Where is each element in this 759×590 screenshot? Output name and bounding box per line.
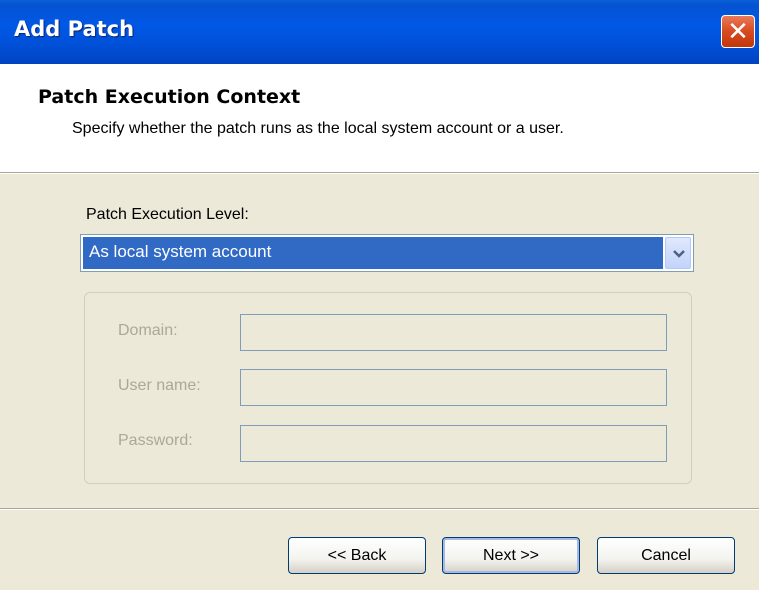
execution-level-dropdown[interactable]: As local system account <box>80 234 694 272</box>
next-button[interactable]: Next >> <box>442 537 580 574</box>
domain-field[interactable] <box>240 314 667 351</box>
close-button[interactable]: ✕ <box>721 15 755 48</box>
back-button[interactable]: << Back <box>288 537 426 574</box>
execution-level-selected-value[interactable]: As local system account <box>83 237 663 269</box>
chevron-down-icon <box>673 250 685 258</box>
password-label: Password: <box>118 432 193 449</box>
domain-label: Domain: <box>118 322 178 339</box>
header-divider <box>0 172 759 174</box>
password-field[interactable] <box>240 425 667 462</box>
footer-divider <box>0 508 759 510</box>
execution-level-label: Patch Execution Level: <box>86 206 249 223</box>
title-bar[interactable]: Add Patch ✕ <box>0 0 759 64</box>
window-title: Add Patch <box>14 17 135 41</box>
wizard-header: Patch Execution Context Specify whether … <box>0 64 759 172</box>
page-subtitle: Specify whether the patch runs as the lo… <box>72 120 564 137</box>
dropdown-arrow-button[interactable] <box>665 237 691 269</box>
cancel-button[interactable]: Cancel <box>597 537 735 574</box>
username-label: User name: <box>118 377 201 394</box>
close-icon: ✕ <box>727 17 749 47</box>
username-field[interactable] <box>240 369 667 406</box>
page-title: Patch Execution Context <box>38 86 301 108</box>
